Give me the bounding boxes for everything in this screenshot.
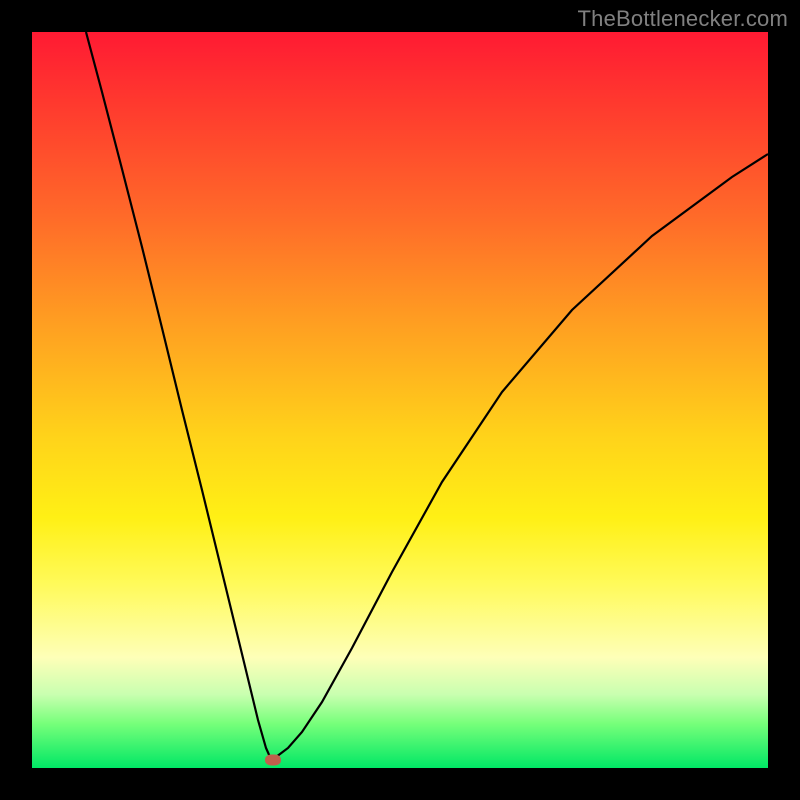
- curve-path: [86, 32, 768, 757]
- bottleneck-curve: [32, 32, 768, 768]
- optimal-point-marker: [265, 755, 281, 766]
- attribution-label: TheBottlenecker.com: [578, 6, 788, 32]
- plot-area: [32, 32, 768, 768]
- chart-frame: TheBottlenecker.com: [0, 0, 800, 800]
